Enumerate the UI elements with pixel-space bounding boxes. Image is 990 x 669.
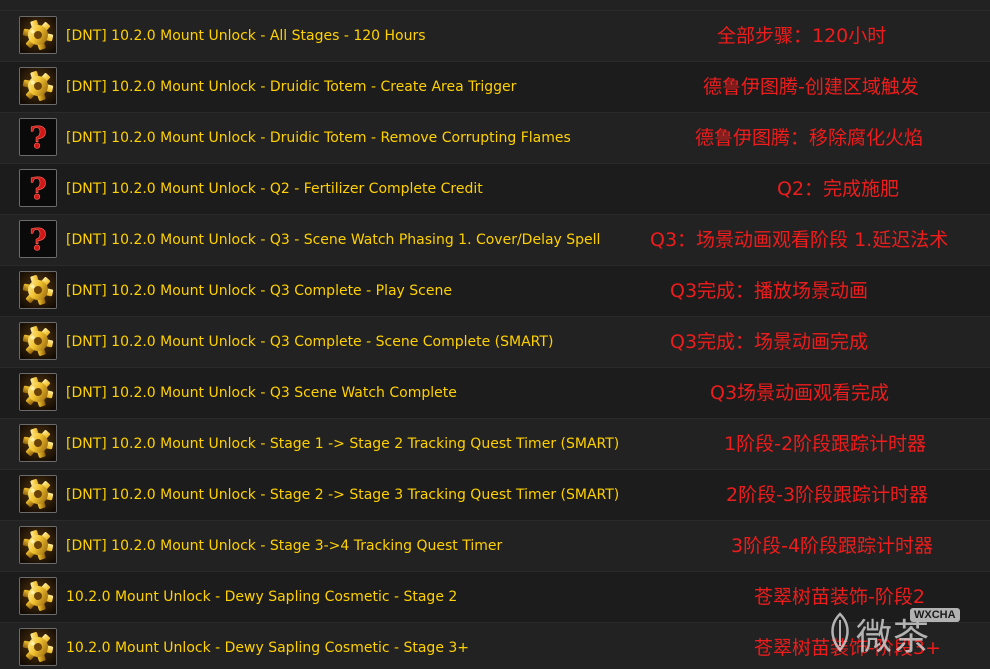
- spell-title[interactable]: [DNT] 10.2.0 Mount Unlock - Q3 Scene Wat…: [66, 368, 457, 418]
- spell-note: 3阶段-4阶段跟踪计时器: [731, 535, 934, 557]
- spell-note: Q3场景动画观看完成: [710, 382, 890, 404]
- spell-title[interactable]: 10.2.0 Mount Unlock - Dewy Sapling Cosme…: [66, 572, 457, 622]
- spell-row[interactable]: [DNT] 10.2.0 Mount Unlock - Druidic Tote…: [0, 62, 990, 113]
- spell-title[interactable]: [DNT] 10.2.0 Mount Unlock - All Stages -…: [66, 11, 426, 61]
- question-mark-icon[interactable]: ?: [19, 220, 57, 258]
- spell-row[interactable]: ? [DNT] 10.2.0 Mount Unlock - Q3 - Scene…: [0, 215, 990, 266]
- gear-icon[interactable]: [19, 628, 57, 666]
- spell-note: Q3完成：播放场景动画: [670, 280, 869, 302]
- gear-icon[interactable]: [19, 373, 57, 411]
- spell-list: [DNT] 10.2.0 Mount Unlock - All Stages -…: [0, 11, 990, 669]
- spell-row[interactable]: 10.2.0 Mount Unlock - Dewy Sapling Cosme…: [0, 623, 990, 669]
- spell-title[interactable]: [DNT] 10.2.0 Mount Unlock - Q3 Complete …: [66, 266, 452, 316]
- gear-icon[interactable]: [19, 322, 57, 360]
- svg-text:?: ?: [29, 121, 47, 155]
- spell-title[interactable]: [DNT] 10.2.0 Mount Unlock - Q3 Complete …: [66, 317, 553, 367]
- spell-note: Q3：场景动画观看阶段 1.延迟法术: [650, 229, 949, 251]
- spell-note: 德鲁伊图腾-创建区域触发: [703, 76, 919, 98]
- spell-row[interactable]: [DNT] 10.2.0 Mount Unlock - Q3 Complete …: [0, 317, 990, 368]
- spell-list-page: [DNT] 10.2.0 Mount Unlock - All Stages -…: [0, 0, 990, 669]
- spell-row[interactable]: [DNT] 10.2.0 Mount Unlock - Stage 1 -> S…: [0, 419, 990, 470]
- spell-note: 全部步骤：120小时: [717, 25, 887, 47]
- gear-icon[interactable]: [19, 475, 57, 513]
- spell-note: 1阶段-2阶段跟踪计时器: [724, 433, 927, 455]
- question-mark-icon[interactable]: ?: [19, 118, 57, 156]
- spell-title[interactable]: [DNT] 10.2.0 Mount Unlock - Stage 1 -> S…: [66, 419, 619, 469]
- spell-title[interactable]: [DNT] 10.2.0 Mount Unlock - Q3 - Scene W…: [66, 215, 600, 265]
- gear-icon[interactable]: [19, 16, 57, 54]
- spell-row[interactable]: [DNT] 10.2.0 Mount Unlock - All Stages -…: [0, 11, 990, 62]
- svg-text:?: ?: [29, 223, 47, 257]
- spell-note: 2阶段-3阶段跟踪计时器: [726, 484, 929, 506]
- gear-icon[interactable]: [19, 526, 57, 564]
- gear-icon[interactable]: [19, 577, 57, 615]
- spell-row[interactable]: [DNT] 10.2.0 Mount Unlock - Stage 3->4 T…: [0, 521, 990, 572]
- spell-note: 苍翠树苗装饰-阶段3+: [754, 637, 941, 659]
- spell-row[interactable]: ? [DNT] 10.2.0 Mount Unlock - Druidic To…: [0, 113, 990, 164]
- spell-title[interactable]: [DNT] 10.2.0 Mount Unlock - Druidic Tote…: [66, 113, 571, 163]
- spell-title[interactable]: [DNT] 10.2.0 Mount Unlock - Q2 - Fertili…: [66, 164, 483, 214]
- spell-note: 德鲁伊图腾：移除腐化火焰: [695, 127, 924, 149]
- question-mark-icon[interactable]: ?: [19, 169, 57, 207]
- gear-icon[interactable]: [19, 271, 57, 309]
- spell-note: Q2：完成施肥: [777, 178, 900, 200]
- gear-icon[interactable]: [19, 67, 57, 105]
- spell-row[interactable]: [DNT] 10.2.0 Mount Unlock - Q3 Scene Wat…: [0, 368, 990, 419]
- spell-row[interactable]: [DNT] 10.2.0 Mount Unlock - Q3 Complete …: [0, 266, 990, 317]
- svg-text:?: ?: [29, 172, 47, 206]
- top-bar: [0, 0, 990, 11]
- spell-row[interactable]: 10.2.0 Mount Unlock - Dewy Sapling Cosme…: [0, 572, 990, 623]
- spell-title[interactable]: [DNT] 10.2.0 Mount Unlock - Stage 2 -> S…: [66, 470, 619, 520]
- spell-note: 苍翠树苗装饰-阶段2: [754, 586, 925, 608]
- spell-row[interactable]: ? [DNT] 10.2.0 Mount Unlock - Q2 - Ferti…: [0, 164, 990, 215]
- spell-note: Q3完成：场景动画完成: [670, 331, 869, 353]
- spell-title[interactable]: [DNT] 10.2.0 Mount Unlock - Druidic Tote…: [66, 62, 516, 112]
- spell-row[interactable]: [DNT] 10.2.0 Mount Unlock - Stage 2 -> S…: [0, 470, 990, 521]
- gear-icon[interactable]: [19, 424, 57, 462]
- spell-title[interactable]: [DNT] 10.2.0 Mount Unlock - Stage 3->4 T…: [66, 521, 502, 571]
- spell-title[interactable]: 10.2.0 Mount Unlock - Dewy Sapling Cosme…: [66, 623, 469, 669]
